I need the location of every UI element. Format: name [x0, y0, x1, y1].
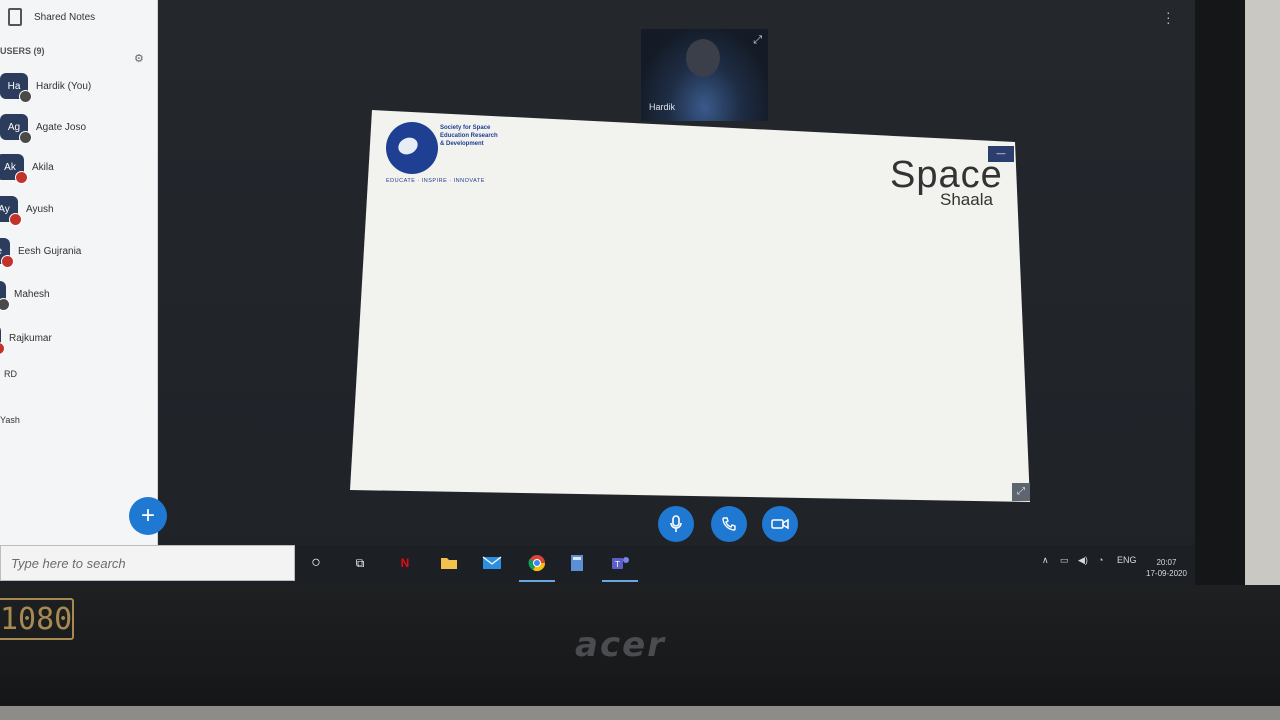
background-wall: [1245, 0, 1280, 600]
user-list-item[interactable]: Ay Ayush: [0, 196, 54, 226]
user-name: Ayush: [26, 203, 54, 215]
presenter-name: Hardik: [649, 102, 676, 112]
status-icon: [1, 255, 14, 268]
user-name: Eesh Gujrania: [18, 245, 82, 257]
status-icon: [0, 342, 5, 355]
netflix-icon[interactable]: N: [395, 554, 415, 572]
user-name: Hardik (You): [36, 80, 92, 92]
add-action-button[interactable]: +: [129, 497, 167, 535]
user-name: Rajkumar: [9, 332, 52, 344]
gear-icon[interactable]: ⚙: [134, 52, 144, 65]
leave-call-button[interactable]: [711, 506, 747, 542]
mail-icon[interactable]: [482, 554, 502, 572]
status-icon: [9, 213, 22, 226]
fullscreen-icon[interactable]: ⤢: [753, 34, 762, 47]
windows-taskbar: Type here to search ○ ⧉ N T ∧ ▭ ◀) ◔ ENG…: [0, 545, 1230, 585]
user-name: Agate Joso: [36, 121, 87, 133]
user-list-item[interactable]: Ha Hardik (You): [0, 73, 92, 103]
cortana-icon[interactable]: ○: [306, 554, 326, 572]
meeting-screen: Shared Notes USERS (9) ⚙ Ha Hardik (You)…: [0, 0, 1230, 585]
chrome-icon[interactable]: [519, 554, 555, 582]
shared-notes-item[interactable]: Shared Notes: [8, 8, 95, 26]
user-list-item[interactable]: Ag Agate Joso: [0, 114, 87, 144]
brand-subtitle: Shaala: [940, 190, 993, 209]
user-name: Yash: [0, 415, 20, 425]
user-name: Mahesh: [14, 288, 50, 300]
globe-icon: [386, 122, 438, 174]
phone-icon: [722, 517, 736, 531]
status-icon: [19, 131, 32, 144]
user-list-item[interactable]: Ee Eesh Gujrania: [0, 238, 82, 268]
presenter-video[interactable]: ⤢ Hardik: [641, 29, 768, 121]
user-name: RD: [4, 369, 17, 379]
avatar: Ak: [0, 154, 28, 184]
taskbar-search-input[interactable]: Type here to search: [0, 545, 295, 581]
users-panel: Shared Notes USERS (9) ⚙ Ha Hardik (You)…: [0, 0, 158, 545]
plus-icon: +: [140, 502, 155, 529]
taskbar-clock[interactable]: 20:07 17-09-2020: [1146, 557, 1187, 579]
wifi-icon[interactable]: ◔: [1098, 555, 1103, 565]
battery-icon[interactable]: ▭: [1060, 555, 1069, 566]
avatar: Ee: [0, 238, 14, 268]
org-name: Society for Space Education Research & D…: [440, 125, 498, 147]
avatar: Ay: [0, 196, 22, 226]
avatar: Ag: [0, 114, 32, 144]
shared-notes-label: Shared Notes: [34, 11, 96, 23]
user-list-item[interactable]: Ak Akila: [0, 154, 54, 184]
speaker-icon[interactable]: ◀): [1078, 555, 1088, 566]
presenter-silhouette: [686, 39, 720, 77]
microphone-icon: [670, 515, 682, 532]
search-placeholder: Type here to search: [11, 555, 126, 571]
video-camera-icon: [771, 518, 789, 530]
avatar: Ma: [0, 281, 10, 311]
calculator-icon[interactable]: [567, 554, 587, 572]
microphone-button[interactable]: [658, 506, 694, 542]
users-header: USERS (9): [0, 46, 45, 56]
notes-icon: [8, 8, 22, 26]
user-name: Akila: [32, 161, 54, 173]
clock-date: 17-09-2020: [1146, 569, 1187, 578]
minimize-presentation-button[interactable]: —: [988, 146, 1014, 162]
clock-time: 20:07: [1156, 558, 1177, 567]
resolution-badge: 1080: [0, 598, 74, 640]
laptop-brand-logo: acer: [575, 625, 666, 665]
avatar: Ha: [0, 73, 32, 103]
task-view-icon[interactable]: ⧉: [350, 554, 370, 572]
user-list-item[interactable]: Ma Mahesh: [0, 281, 50, 311]
user-list-item[interactable]: Ra Rajkumar: [0, 325, 52, 355]
teams-icon[interactable]: T: [602, 554, 638, 582]
user-list-item[interactable]: RD: [4, 369, 17, 379]
file-explorer-icon[interactable]: [439, 554, 459, 572]
presentation-slide[interactable]: Society for Space Education Research & D…: [350, 110, 1030, 502]
chevron-up-icon[interactable]: ∧: [1042, 555, 1049, 566]
status-icon: [19, 90, 32, 103]
svg-text:T: T: [615, 560, 620, 569]
camera-button[interactable]: [762, 506, 798, 542]
org-tagline: EDUCATE · INSPIRE · INNOVATE: [386, 178, 485, 184]
expand-icon[interactable]: ⤢: [1012, 483, 1030, 501]
avatar: Ra: [0, 325, 5, 355]
user-list-item[interactable]: Yash: [0, 415, 20, 425]
more-options-icon[interactable]: · · ·: [1166, 5, 1171, 29]
status-icon: [0, 298, 10, 311]
language-indicator[interactable]: ENG: [1117, 555, 1137, 565]
org-logo: Society for Space Education Research & D…: [386, 122, 498, 184]
status-icon: [15, 171, 28, 184]
